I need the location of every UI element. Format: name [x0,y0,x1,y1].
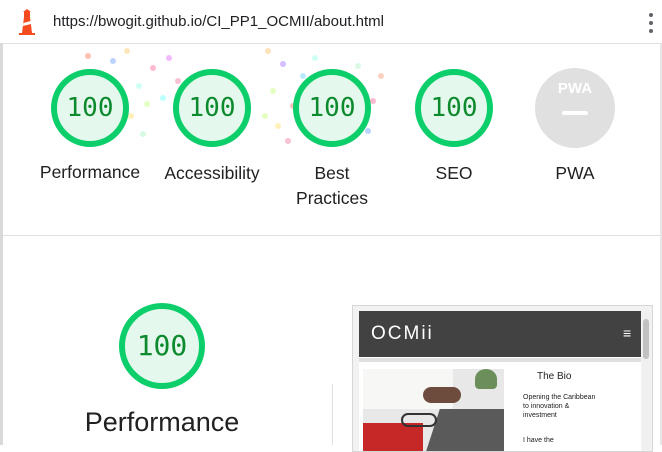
performance-score: 100 [66,93,114,123]
seo-score: 100 [430,93,478,123]
hamburger-icon: ≡ [623,325,632,341]
lighthouse-icon [19,9,35,35]
accessibility-label: Accessibility [164,163,260,183]
best-practices-score: 100 [308,93,356,123]
pwa-badge-text: PWA [557,80,593,97]
pwa-gauge[interactable]: PWA [535,68,615,148]
report-left-border [0,43,3,445]
screenshot-text: Opening the Caribbean to innovation & in… [523,394,596,419]
section-divider [3,235,660,236]
pwa-label: PWA [555,163,595,183]
screenshot-bio: The Bio Opening the Caribbean to innovat… [509,369,639,451]
performance-section-title: Performance [84,407,240,437]
seo-label: SEO [435,163,473,183]
vertical-separator [332,384,333,445]
page-url[interactable]: https://bwogit.github.io/CI_PP1_OCMII/ab… [53,13,384,30]
performance-section-score: 100 [136,329,188,362]
accessibility-gauge[interactable]: 100 [172,68,252,148]
screenshot-photo [363,369,504,451]
performance-section-gauge[interactable]: 100 [118,302,206,390]
performance-gauge[interactable]: 100 [50,68,130,148]
best-practices-gauge[interactable]: 100 [292,68,372,148]
screenshot-navbar: OCMii ≡ [359,311,641,357]
screenshot-divider [359,358,641,362]
more-options-icon[interactable] [645,11,657,35]
screenshot-brand: OCMii [371,323,434,344]
screenshot-heading: The Bio [537,371,572,382]
screenshot-text-2: I have the [523,437,554,444]
seo-gauge[interactable]: 100 [414,68,494,148]
screenshot-page: OCMii ≡ The Bio Opening the Caribbean to… [359,311,641,451]
performance-label: Performance [39,162,141,182]
url-bar: https://bwogit.github.io/CI_PP1_OCMII/ab… [0,0,662,44]
accessibility-score: 100 [188,93,236,123]
screenshot-scrollbar [642,311,650,451]
final-screenshot[interactable]: OCMii ≡ The Bio Opening the Caribbean to… [352,305,653,452]
best-practices-label: Best Practices [296,163,368,208]
